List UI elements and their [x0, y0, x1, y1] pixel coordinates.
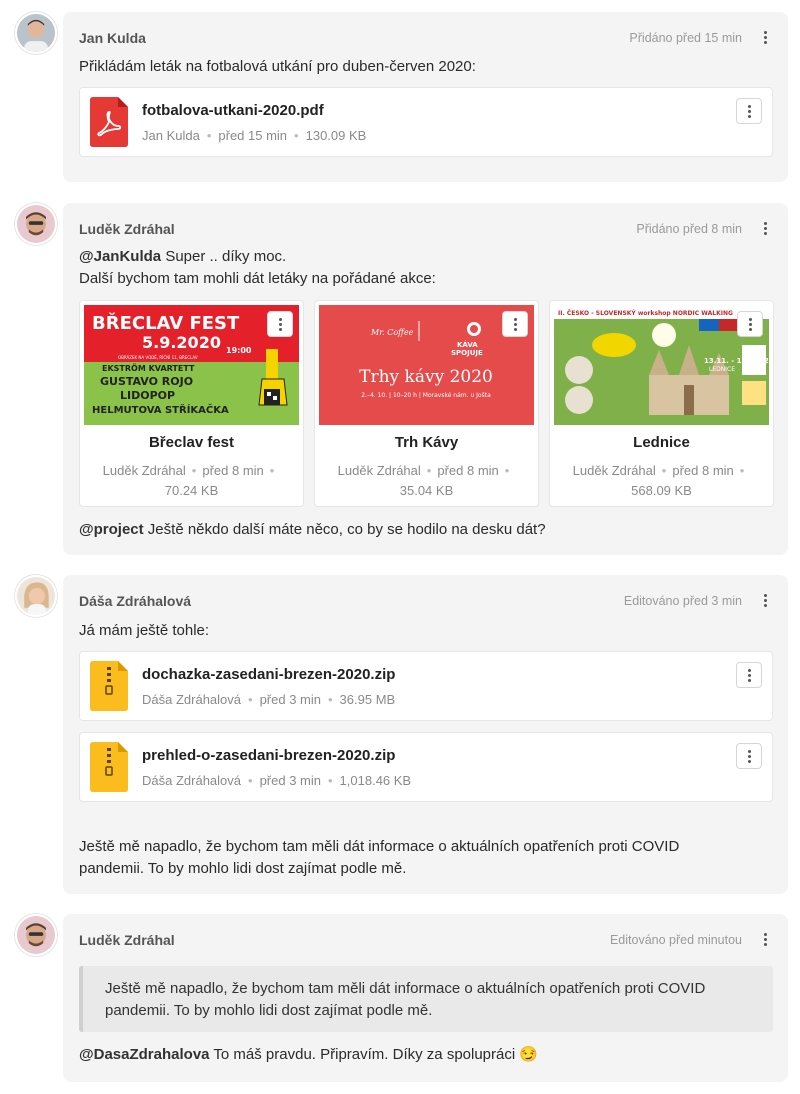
post-text: Ještě mě napadlo, že bychom tam měli dát… — [79, 838, 680, 855]
author-name[interactable]: Jan Kulda — [79, 30, 146, 46]
post-text: pandemii. To by mohlo lidi dost zajímat … — [79, 860, 407, 877]
mention-link[interactable]: @JanKulda — [79, 248, 161, 265]
image-attachment[interactable]: Mr. Coffee KÁVA SPOJUJE Trhy kávy 2020 2… — [314, 300, 539, 507]
post-menu-button[interactable] — [760, 29, 770, 45]
svg-text:GUSTAVO ROJO: GUSTAVO ROJO — [100, 375, 193, 388]
post-text: Já mám ještě tohle: — [79, 622, 210, 639]
svg-text:EKSTRÖM KVARTETT: EKSTRÖM KVARTETT — [102, 363, 195, 373]
file-uploader: Dáša Zdráhalová — [142, 692, 241, 707]
post-menu-button[interactable] — [760, 592, 770, 608]
image-title[interactable]: Břeclav fest — [80, 434, 303, 451]
pdf-icon — [90, 97, 128, 147]
file-name[interactable]: fotbalova-utkani-2020.pdf — [142, 102, 324, 119]
quoted-message: Ještě mě napadlo, že bychom tam měli dát… — [79, 966, 773, 1032]
svg-text:Trhy kávy 2020: Trhy kávy 2020 — [359, 367, 493, 387]
image-time: před 8 min — [672, 463, 734, 478]
file-size: 130.09 KB — [305, 128, 367, 143]
svg-text:5.9.2020: 5.9.2020 — [142, 333, 221, 352]
post-menu-button[interactable] — [760, 220, 770, 236]
quote-text: pandemii. To by mohlo lidi dost zajímat … — [105, 1002, 433, 1019]
avatar[interactable] — [15, 12, 57, 54]
image-menu-button[interactable] — [502, 311, 528, 337]
post: Luděk Zdráhal Editováno před minutou Ješ… — [63, 914, 788, 1082]
image-attachment[interactable]: II. ČESKO - SLOVENSKÝ workshop NORDIC WA… — [549, 300, 774, 507]
image-time: před 8 min — [437, 463, 499, 478]
post-text-part: Ještě někdo další máte něco, co by se ho… — [143, 521, 546, 538]
svg-text:2.–4. 10. | 10–20 h | Moravské: 2.–4. 10. | 10–20 h | Moravské nám. u Jo… — [361, 392, 491, 399]
svg-text:SPOJUJE: SPOJUJE — [451, 349, 483, 357]
post-text: Přikládám leták na fotbalová utkání pro … — [79, 58, 476, 75]
image-meta: Luděk Zdráhal • před 8 min • 35.04 KB — [337, 463, 510, 498]
post-text: @JanKulda Super .. díky moc. — [79, 246, 286, 268]
file-menu-button[interactable] — [736, 743, 762, 769]
file-name[interactable]: dochazka-zasedani-brezen-2020.zip — [142, 666, 395, 683]
file-menu-button[interactable] — [736, 98, 762, 124]
file-attachment[interactable]: fotbalova-utkani-2020.pdf Jan Kulda • před… — [79, 87, 773, 157]
file-size: 36.95 MB — [339, 692, 396, 707]
file-time: před 3 min — [259, 692, 321, 707]
image-size: 70.24 KB — [164, 483, 219, 498]
svg-text:Mr. Coffee: Mr. Coffee — [370, 328, 414, 337]
post-text: @project Ještě někdo další máte něco, co… — [79, 519, 546, 541]
image-meta: Luděk Zdráhal • před 8 min • 568.09 KB — [572, 463, 745, 498]
avatar[interactable] — [15, 203, 57, 245]
zip-icon — [90, 742, 128, 792]
post: Jan Kulda Přidáno před 15 min Přikládám … — [63, 12, 788, 182]
avatar[interactable] — [15, 575, 57, 617]
post-time: Přidáno před 15 min — [629, 31, 742, 45]
post-time: Editováno před 3 min — [623, 594, 742, 608]
author-name[interactable]: Luděk Zdráhal — [79, 221, 175, 237]
image-title[interactable]: Lednice — [550, 434, 773, 451]
image-time: před 8 min — [202, 463, 264, 478]
svg-text:LIDOPOP: LIDOPOP — [120, 389, 175, 402]
zip-icon — [90, 661, 128, 711]
post-menu-button[interactable] — [760, 931, 770, 947]
file-meta: Dáša Zdráhalová • před 3 min • 36.95 MB — [142, 692, 396, 707]
post-text-part: To máš pravdu. Připravím. Díky za spolup… — [209, 1046, 539, 1063]
svg-text:LEDNICE: LEDNICE — [709, 366, 735, 373]
image-size: 35.04 KB — [399, 483, 454, 498]
mention-link[interactable]: @DasaZdrahalova — [79, 1046, 210, 1063]
post: Dáša Zdráhalová Editováno před 3 min Já … — [63, 575, 788, 894]
image-uploader: Luděk Zdráhal — [102, 463, 186, 478]
post-text: Další bychom tam mohli dát letáky na poř… — [79, 270, 436, 287]
author-name[interactable]: Luděk Zdráhal — [79, 932, 175, 948]
image-attachment[interactable]: BŘECLAV FEST 5.9.2020 19:00 OBRÁZEK NA V… — [79, 300, 304, 507]
file-time: před 15 min — [218, 128, 288, 143]
image-menu-button[interactable] — [267, 311, 293, 337]
image-uploader: Luděk Zdráhal — [337, 463, 421, 478]
file-uploader: Dáša Zdráhalová — [142, 773, 241, 788]
quote-text: Ještě mě napadlo, že bychom tam měli dát… — [105, 980, 706, 997]
post-time: Přidáno před 8 min — [636, 222, 742, 236]
svg-text:KÁVA: KÁVA — [457, 340, 478, 349]
image-uploader: Luděk Zdráhal — [572, 463, 656, 478]
svg-text:II. ČESKO - SLOVENSKÝ workshop: II. ČESKO - SLOVENSKÝ workshop NORDIC WA… — [558, 310, 733, 317]
file-name[interactable]: prehled-o-zasedani-brezen-2020.zip — [142, 747, 395, 764]
file-attachment[interactable]: prehled-o-zasedani-brezen-2020.zip Dáša … — [79, 732, 773, 802]
post-text: @DasaZdrahalova To máš pravdu. Připravím… — [79, 1044, 538, 1066]
author-name[interactable]: Dáša Zdráhalová — [79, 593, 191, 609]
post-text-part: Super .. díky moc. — [161, 248, 287, 265]
svg-text:OBRÁZEK NA VODĚ, ŘÍČNÍ 11, BŘE: OBRÁZEK NA VODĚ, ŘÍČNÍ 11, BŘECLAV — [118, 355, 198, 360]
file-menu-button[interactable] — [736, 662, 762, 688]
post: Luděk Zdráhal Přidáno před 8 min @JanKul… — [63, 203, 788, 555]
image-title[interactable]: Trh Kávy — [315, 434, 538, 451]
file-uploader: Jan Kulda — [142, 128, 200, 143]
file-meta: Dáša Zdráhalová • před 3 min • 1,018.46 KB — [142, 773, 412, 788]
file-time: před 3 min — [259, 773, 321, 788]
svg-text:BŘECLAV FEST: BŘECLAV FEST — [92, 312, 240, 334]
image-menu-button[interactable] — [737, 311, 763, 337]
svg-text:HELMUTOVA STŘÍKAČKA: HELMUTOVA STŘÍKAČKA — [92, 403, 229, 416]
file-meta: Jan Kulda • před 15 min • 130.09 KB — [142, 128, 367, 143]
image-meta: Luděk Zdráhal • před 8 min • 70.24 KB — [102, 463, 275, 498]
image-size: 568.09 KB — [631, 483, 692, 498]
avatar[interactable] — [15, 914, 57, 956]
mention-link[interactable]: @project — [79, 521, 144, 538]
post-time: Editováno před minutou — [609, 933, 742, 947]
svg-text:19:00: 19:00 — [226, 346, 252, 355]
file-attachment[interactable]: dochazka-zasedani-brezen-2020.zip Dáša Z… — [79, 651, 773, 721]
file-size: 1,018.46 KB — [339, 773, 412, 788]
